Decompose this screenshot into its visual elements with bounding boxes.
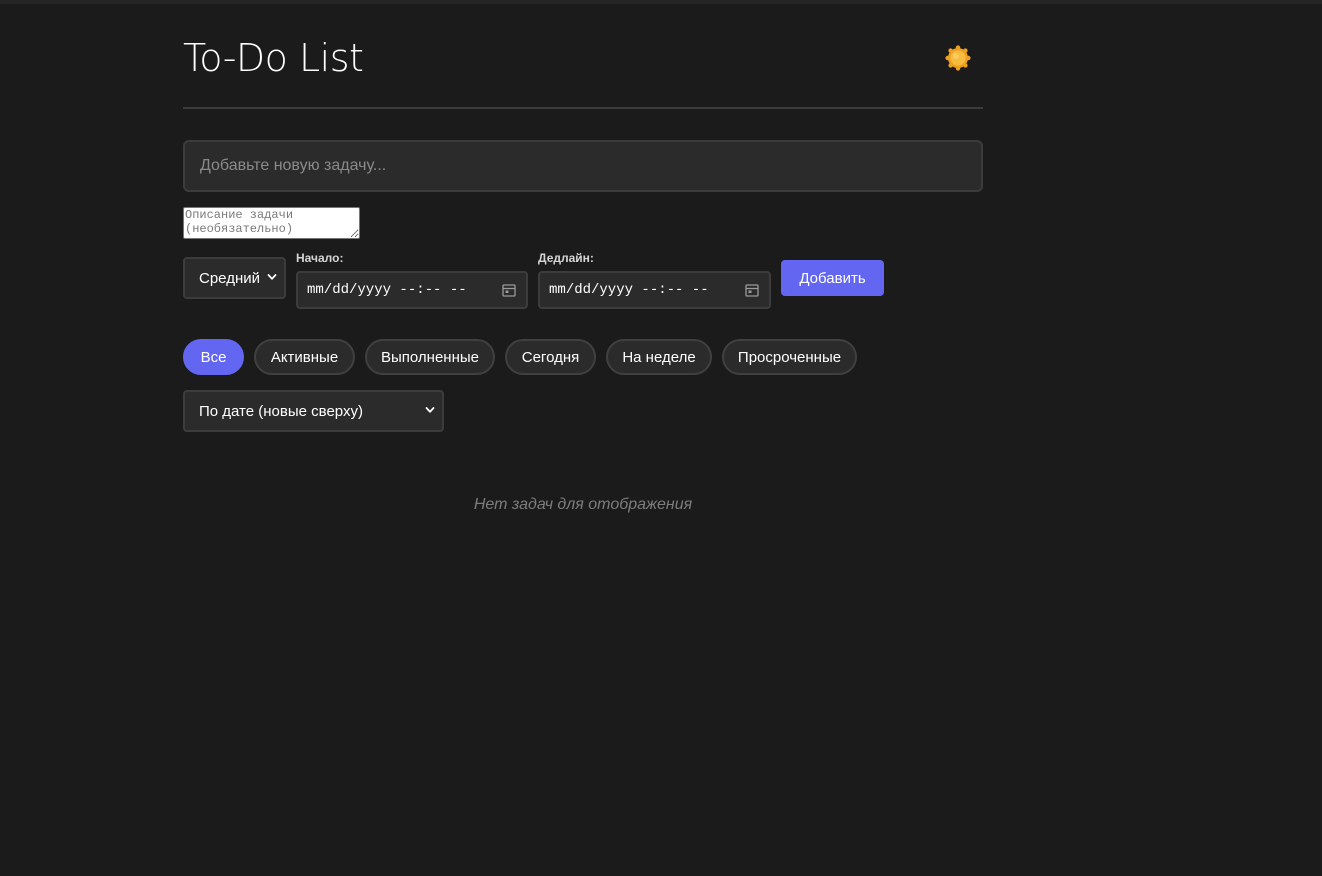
chevron-down-icon bbox=[267, 274, 277, 280]
filter-today[interactable]: Сегодня bbox=[505, 339, 596, 375]
page-title: To-Do List bbox=[183, 36, 364, 80]
new-task-input[interactable] bbox=[183, 140, 983, 192]
app-container: To-Do List Средний bbox=[183, 0, 983, 513]
task-description-textarea[interactable] bbox=[183, 207, 360, 239]
add-task-button[interactable]: Добавить bbox=[781, 260, 884, 296]
filter-completed[interactable]: Выполненные bbox=[365, 339, 495, 375]
calendar-icon[interactable] bbox=[745, 283, 759, 297]
calendar-icon[interactable] bbox=[502, 283, 516, 297]
sort-select-value: По дате (новые сверху) bbox=[199, 402, 363, 420]
priority-select[interactable]: Средний bbox=[183, 257, 286, 299]
priority-select-value: Средний bbox=[199, 269, 260, 287]
deadline-label: Дедлайн: bbox=[538, 251, 594, 265]
filter-overdue[interactable]: Просроченные bbox=[722, 339, 857, 375]
filter-all[interactable]: Все bbox=[183, 339, 244, 375]
deadline-datetime-placeholder: mm/dd/yyyy --:-- -- bbox=[549, 282, 709, 298]
app-header: To-Do List bbox=[183, 0, 983, 109]
deadline-datetime-input[interactable]: mm/dd/yyyy --:-- -- bbox=[538, 271, 771, 309]
start-datetime-input[interactable]: mm/dd/yyyy --:-- -- bbox=[296, 271, 528, 309]
sun-icon bbox=[945, 45, 971, 71]
chevron-down-icon bbox=[425, 407, 435, 413]
start-datetime-placeholder: mm/dd/yyyy --:-- -- bbox=[307, 282, 467, 298]
theme-toggle-button[interactable] bbox=[945, 45, 971, 71]
filter-this-week[interactable]: На неделе bbox=[606, 339, 712, 375]
start-date-label: Начало: bbox=[296, 251, 344, 265]
sort-select[interactable]: По дате (новые сверху) bbox=[183, 390, 444, 432]
filter-active[interactable]: Активные bbox=[254, 339, 355, 375]
empty-state-message: Нет задач для отображения bbox=[473, 496, 693, 513]
